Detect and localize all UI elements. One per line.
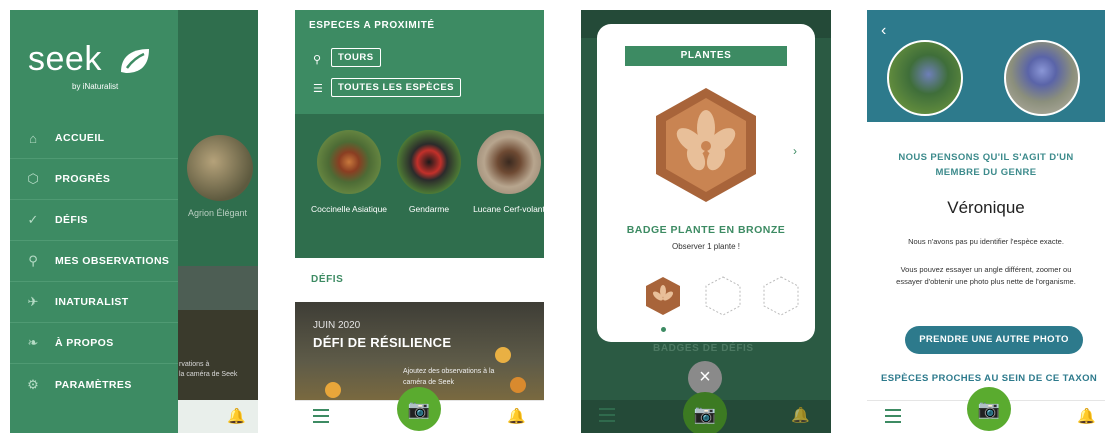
result-heading-line-1: NOUS PENSONS QU'IL S'AGIT D'UN — [898, 152, 1074, 163]
menu-item-label: INATURALIST — [55, 296, 129, 308]
bottom-navigation-bar: 📷 🔔 — [867, 387, 1105, 433]
search-icon: ⚲ — [28, 253, 38, 268]
menu-item-label: À PROPOS — [55, 337, 114, 349]
page-indicator-dot — [661, 327, 666, 332]
bell-icon[interactable]: 🔔 — [227, 407, 246, 425]
challenge-date: JUIN 2020 — [313, 320, 361, 331]
home-screen: ESPECES A PROXIMITÉ ⚲ TOURS ☰ TOUTES LES… — [295, 10, 544, 433]
navigation-drawer: seek by iNaturalist ⌂ ACCUEIL ⬡ PROGRÈS … — [10, 10, 178, 433]
species-card[interactable]: Gendarme — [389, 130, 469, 215]
species-photo — [317, 130, 381, 194]
backdrop-bottom-bar: 📷 🔔 — [581, 392, 831, 433]
genus-photo — [1004, 40, 1080, 116]
leaf-icon: ❧ — [27, 335, 39, 350]
camera-button[interactable]: 📷 — [397, 387, 441, 431]
category-ribbon: PLANTES — [615, 46, 797, 69]
genus-result-screen: ‹ NOUS PENSONS QU'IL S'AGIT D'UN MEMBRE … — [867, 10, 1105, 433]
species-card[interactable]: Lucane Cerf-volant — [469, 130, 544, 215]
result-heading-line-2: MEMBRE DU GENRE — [935, 167, 1037, 178]
bell-icon[interactable]: 🔔 — [1077, 407, 1096, 425]
back-arrow-icon[interactable]: ‹ — [881, 22, 886, 40]
flower-decoration — [325, 382, 341, 398]
background-home-screen: Agrion Élégant rvations à la caméra de Se… — [175, 10, 258, 433]
menu-item-label: PROGRÈS — [55, 173, 111, 185]
camera-button[interactable]: 📷 — [967, 387, 1011, 431]
progress-icon: ⬡ — [27, 171, 39, 186]
species-filter-button[interactable]: TOUTES LES ESPÈCES — [331, 78, 461, 97]
bell-icon[interactable]: 🔔 — [507, 407, 526, 425]
result-heading: NOUS PENSONS QU'IL S'AGIT D'UN MEMBRE DU… — [867, 150, 1105, 180]
user-photo — [887, 40, 963, 116]
camera-icon: 📷 — [683, 392, 727, 433]
menu-icon[interactable] — [885, 409, 901, 423]
home-icon: ⌂ — [29, 130, 37, 146]
genus-name: Véronique — [947, 198, 1025, 217]
challenge-description: Ajoutez des observations à la caméra de … — [403, 368, 495, 386]
species-name: Gendarme — [408, 204, 450, 214]
challenge-title: DÉFI DE RÉSILIENCE — [313, 335, 452, 350]
camera-icon: 📷 — [407, 398, 431, 419]
badge-locked-icon[interactable] — [705, 276, 741, 316]
menu-item-mes-observations[interactable]: ⚲ MES OBSERVATIONS — [10, 241, 178, 282]
background-species-photo — [187, 135, 253, 201]
badge-modal-screen: BADGES DE DÉFIS × 📷 🔔 PLANTES › BADGE PL… — [581, 10, 831, 433]
background-challenge-photo — [175, 310, 258, 400]
gear-icon: ⚙ — [27, 376, 39, 392]
result-suggestion: Vous pouvez essayer un angle différent, … — [896, 265, 1076, 286]
bronze-plant-badge-icon — [656, 88, 756, 202]
badge-requirement: Observer 1 plante ! — [671, 242, 741, 251]
nearby-species-panel: ESPECES A PROXIMITÉ ⚲ TOURS ☰ TOUTES LES… — [295, 10, 544, 258]
species-name: Coccinelle Asiatique — [310, 204, 388, 214]
challenges-heading: DÉFIS — [311, 274, 344, 285]
leaf-logo-icon — [121, 49, 149, 73]
menu-item-progres[interactable]: ⬡ PROGRÈS — [10, 159, 178, 200]
background-challenge-text: rvations à la caméra de Seek — [179, 361, 238, 378]
backdrop-challenge-badges-label: BADGES DE DÉFIS — [653, 343, 754, 354]
logo-subtitle: by iNaturalist — [72, 82, 119, 91]
result-explanation: Nous n'avons pas pu identifier l'espèce … — [908, 237, 1064, 246]
badge-title: BADGE PLANTE EN BRONZE — [626, 224, 786, 236]
next-badge-chevron-icon[interactable]: › — [793, 144, 797, 158]
menu-item-label: DÉFIS — [55, 214, 88, 226]
bottom-navigation-bar: 📷 🔔 — [295, 387, 544, 433]
badge-locked-icon[interactable] — [763, 276, 799, 316]
species-card[interactable]: Coccinelle Asiatique — [309, 130, 389, 215]
menu-item-defis[interactable]: ✓ DÉFIS — [10, 200, 178, 241]
camera-icon: 📷 — [977, 398, 1001, 419]
nearby-species-in-taxon-heading: ESPÈCES PROCHES AU SEIN DE CE TAXON — [881, 373, 1098, 384]
species-photo — [397, 130, 461, 194]
bell-icon: 🔔 — [791, 407, 810, 424]
menu-item-parametres[interactable]: ⚙ PARAMÈTRES — [10, 364, 178, 405]
menu-item-label: ACCUEIL — [55, 132, 105, 144]
species-carousel: Coccinelle Asiatique Gendarme Lucane Cer… — [295, 114, 544, 258]
location-pin-icon: ⚲ — [313, 54, 322, 66]
menu-item-label: MES OBSERVATIONS — [55, 255, 170, 267]
drawer-screen: Agrion Élégant rvations à la caméra de Se… — [10, 10, 258, 433]
badge-bronze-small-icon[interactable] — [645, 276, 681, 316]
menu-item-accueil[interactable]: ⌂ ACCUEIL — [10, 118, 178, 159]
bird-icon: ✈ — [27, 294, 39, 309]
menu-item-inaturalist[interactable]: ✈ INATURALIST — [10, 282, 178, 323]
close-button[interactable]: × — [688, 361, 722, 395]
background-species-label: Agrion Élégant — [188, 208, 248, 218]
menu-item-label: PARAMÈTRES — [55, 378, 132, 391]
badge-modal: PLANTES › BADGE PLANTE EN BRONZE Observe… — [597, 24, 815, 342]
flower-decoration — [495, 347, 511, 363]
location-button[interactable]: TOURS — [331, 48, 381, 67]
menu-icon — [599, 408, 615, 422]
check-icon: ✓ — [27, 212, 39, 227]
menu-icon[interactable] — [313, 409, 329, 423]
seek-logo: seek — [28, 40, 102, 78]
species-photo — [477, 130, 541, 194]
species-name: Lucane Cerf-volant — [473, 204, 544, 214]
menu-item-a-propos[interactable]: ❧ À PROPOS — [10, 323, 178, 364]
take-another-photo-button[interactable]: PRENDRE UNE AUTRE PHOTO — [905, 326, 1083, 354]
filter-icon: ☰ — [313, 83, 323, 95]
nearby-species-heading: ESPECES A PROXIMITÉ — [309, 20, 435, 31]
